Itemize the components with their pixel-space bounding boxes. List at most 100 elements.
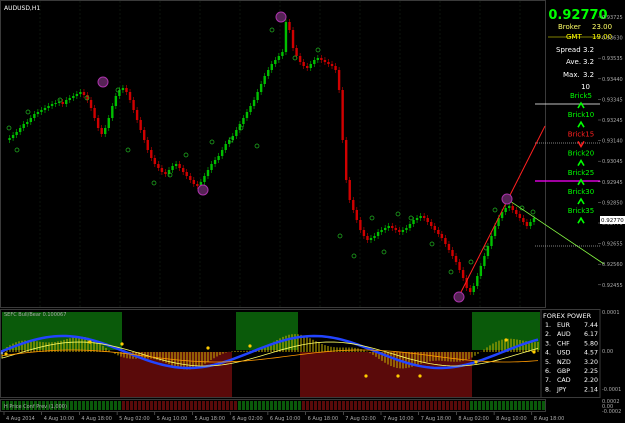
arrow-up-icon <box>577 197 585 205</box>
strip-bar <box>418 401 421 410</box>
time-label: 6 Aug 02:00 <box>232 416 263 422</box>
candle-body <box>529 222 532 226</box>
time-label: 8 Aug 18:00 <box>534 416 565 422</box>
strip-bar <box>450 401 453 410</box>
histogram-zone <box>300 352 472 397</box>
brick-label: Brick10 <box>568 111 594 119</box>
strip-bar <box>522 401 525 410</box>
candle-body <box>412 220 415 224</box>
strip-bar <box>314 401 317 410</box>
strip-bar <box>230 401 233 410</box>
candle-body <box>398 230 401 232</box>
price-label: 0.93535 <box>602 56 623 62</box>
price-label: 0.93345 <box>602 97 623 103</box>
candle-body <box>426 218 429 222</box>
candle-body <box>330 64 334 66</box>
candle-body <box>220 150 224 156</box>
strip-bar <box>70 401 73 410</box>
candle-body <box>29 118 33 122</box>
candle-body <box>121 88 125 90</box>
forex-currency: AUD <box>557 331 571 338</box>
strip-bar <box>530 401 533 410</box>
candle-body <box>479 266 483 276</box>
price-label: 0.92850 <box>602 200 623 206</box>
candle-body <box>54 103 57 104</box>
candle-body <box>277 56 281 60</box>
strip-bar <box>330 401 333 410</box>
strip-bar <box>190 401 193 410</box>
candle-body <box>284 22 288 52</box>
candle-body <box>437 230 440 234</box>
pivot-marker <box>275 11 287 23</box>
candle-body <box>320 58 323 60</box>
candle-body <box>355 210 359 220</box>
candle-body <box>256 92 259 100</box>
indicator-dot <box>120 342 124 346</box>
strip-bar <box>182 401 185 410</box>
candle-body <box>139 120 142 130</box>
candle-body <box>525 222 529 226</box>
strip-bar <box>430 401 433 410</box>
strip-bar <box>206 401 209 410</box>
strip-bar <box>318 401 321 410</box>
strip-bar <box>538 401 541 410</box>
strip-bar <box>138 401 141 410</box>
strip-bar <box>146 401 149 410</box>
candle-body <box>61 102 64 104</box>
candle-body <box>65 100 68 104</box>
strip-bar <box>362 401 365 410</box>
time-label: 7 Aug 18:00 <box>421 416 452 422</box>
candle-body <box>93 108 96 118</box>
time-label: 4 Aug 18:00 <box>81 416 112 422</box>
strip-bar <box>350 401 353 410</box>
strip-bar <box>342 401 345 410</box>
current-price-tag-text: 0.92770 <box>601 218 624 224</box>
chart-window[interactable]: AUDUSD,H1 0.92770 Broker 23.00 GMT 19.00… <box>0 0 625 423</box>
candle-body <box>213 160 217 164</box>
strip-bar <box>490 401 493 410</box>
strip-bar <box>406 401 409 410</box>
candle-body <box>114 96 118 106</box>
forex-currency: GBP <box>557 368 570 375</box>
strip-bar <box>446 401 449 410</box>
candle-body <box>224 144 227 150</box>
strip-bar <box>74 401 77 410</box>
strip-bar <box>482 401 485 410</box>
forex-rank: 1. <box>545 322 551 329</box>
candle-body <box>181 168 185 172</box>
indicator-dot <box>206 346 210 350</box>
indicator-dot <box>396 374 400 378</box>
strip-bar <box>310 401 313 410</box>
strip-bar <box>226 401 229 410</box>
forex-currency: EUR <box>557 322 571 329</box>
candle-body <box>100 128 103 134</box>
strip-bar <box>338 401 341 410</box>
time-label: 5 Aug 02:00 <box>119 416 150 422</box>
candle-body <box>107 118 110 128</box>
sub-axis-label: 0.00 <box>602 349 613 355</box>
strip-bar <box>534 401 537 410</box>
strip-bar <box>306 401 309 410</box>
brick-label: Brick35 <box>568 207 594 215</box>
candle-body <box>454 256 458 262</box>
strip-bar <box>426 401 429 410</box>
candle-body <box>40 110 43 112</box>
brick-label: Brick30 <box>568 188 594 196</box>
strip-bar <box>94 401 97 410</box>
strip-bar <box>98 401 101 410</box>
strip-bar <box>170 401 173 410</box>
strip-bar <box>86 401 89 410</box>
forex-rank: 6. <box>545 368 551 375</box>
strip-bar <box>502 401 505 410</box>
current-price: 0.92770 <box>548 8 607 23</box>
strip-bar <box>442 401 445 410</box>
forex-currency: USD <box>557 350 571 357</box>
strip-bar <box>150 401 153 410</box>
forex-currency: NZD <box>557 359 571 366</box>
candle-body <box>79 92 82 94</box>
candle-body <box>150 150 153 158</box>
candle-body <box>490 236 493 246</box>
pivot-marker <box>97 76 109 88</box>
candle-body <box>267 70 270 76</box>
candle-body <box>447 244 451 250</box>
